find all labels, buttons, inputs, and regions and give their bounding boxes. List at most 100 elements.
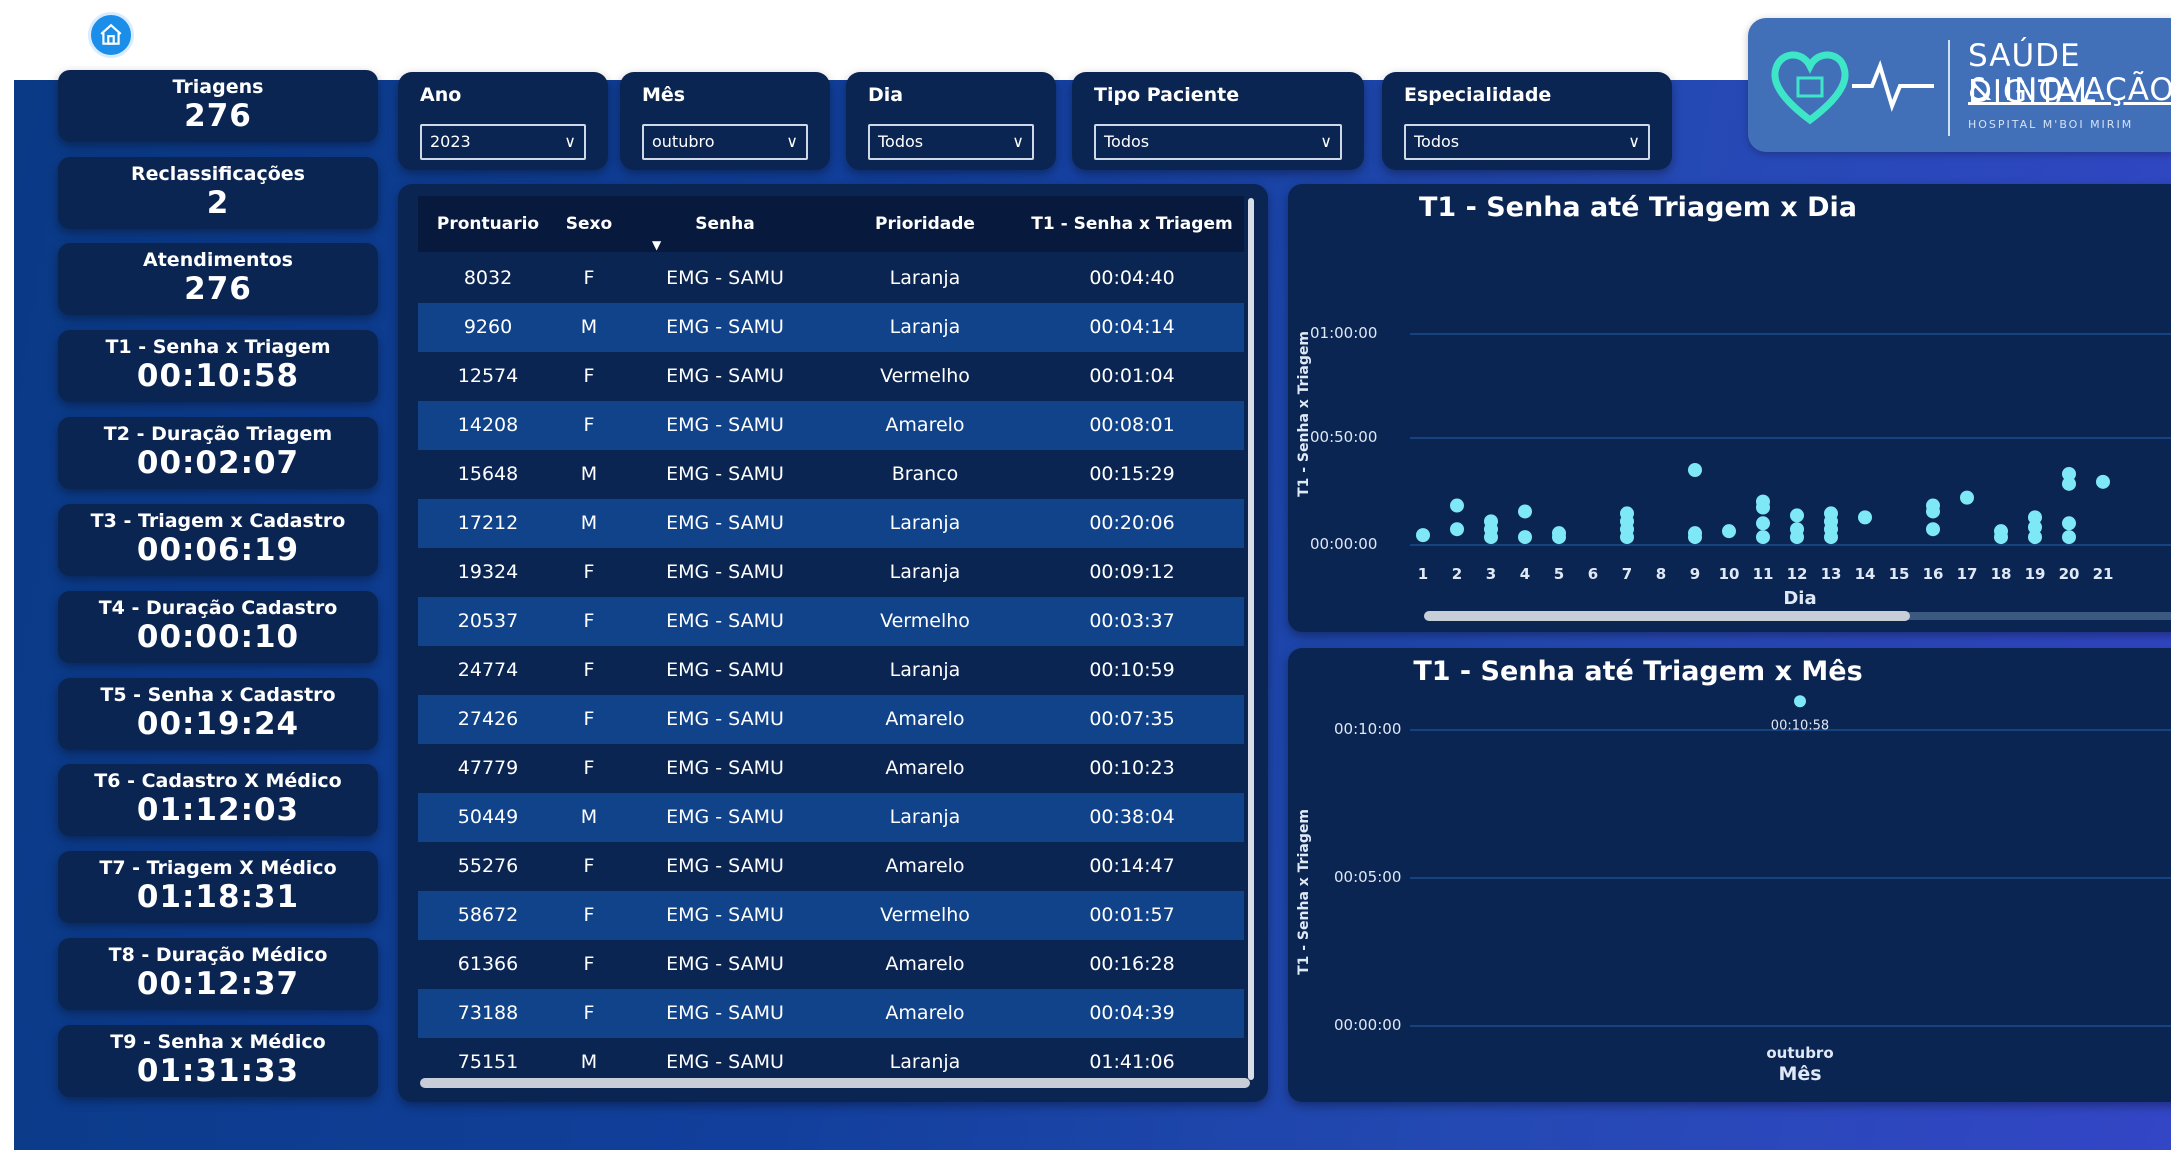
table-row[interactable]: 50449 M EMG - SAMU Laranja 00:38:04	[418, 793, 1244, 842]
cell-prioridade: Laranja	[889, 267, 961, 289]
filter-especialidade-label: Especialidade	[1404, 84, 1552, 106]
table-row[interactable]: 47779 F EMG - SAMU Amarelo 00:10:23	[418, 744, 1244, 793]
x-tick-label: 5	[1554, 565, 1564, 583]
cell-senha: EMG - SAMU	[666, 806, 784, 828]
cell-t1: 00:16:28	[1089, 953, 1175, 975]
cell-senha: EMG - SAMU	[666, 561, 784, 583]
cell-prioridade: Laranja	[889, 659, 961, 681]
table-row[interactable]: 61366 F EMG - SAMU Amarelo 00:16:28	[418, 940, 1244, 989]
column-header-prontuario[interactable]: Prontuario	[418, 196, 558, 252]
table-row[interactable]: 12574 F EMG - SAMU Vermelho 00:01:04	[418, 352, 1244, 401]
kpi-card: Atendimentos 276	[58, 243, 378, 315]
table-horizontal-scrollbar[interactable]	[420, 1078, 1250, 1088]
filter-dia-value: Todos	[878, 132, 924, 151]
y-axis-label: T1 - Senha x Triagem	[1296, 809, 1312, 975]
y-tick-label: 00:00:00	[1310, 535, 1377, 553]
kpi-title: T9 - Senha x Médico	[110, 1031, 326, 1053]
chevron-down-icon: ∨	[1628, 132, 1640, 151]
data-point	[1790, 508, 1804, 523]
cell-senha: EMG - SAMU	[666, 267, 784, 289]
filter-mes-dropdown[interactable]: outubro ∨	[642, 124, 808, 160]
filter-ano-dropdown[interactable]: 2023 ∨	[420, 124, 586, 160]
cell-t1: 00:03:37	[1089, 610, 1175, 632]
data-point	[1994, 524, 2008, 539]
filter-tipo-paciente-dropdown[interactable]: Todos ∨	[1094, 124, 1342, 160]
cell-prioridade: Laranja	[889, 561, 961, 583]
cell-t1: 00:04:14	[1089, 316, 1175, 338]
cell-prontuario: 27426	[457, 708, 519, 730]
cell-senha: EMG - SAMU	[666, 708, 784, 730]
y-tick-label: 00:00:00	[1334, 1016, 1401, 1034]
cell-t1: 00:01:04	[1089, 365, 1175, 387]
table-row[interactable]: 8032 F EMG - SAMU Laranja 00:04:40	[418, 254, 1244, 303]
table-row[interactable]: 24774 F EMG - SAMU Laranja 00:10:59	[418, 646, 1244, 695]
data-point	[1824, 506, 1838, 521]
column-header-prioridade[interactable]: Prioridade	[830, 196, 1020, 252]
kpi-card: Reclassificações 2	[58, 157, 378, 229]
x-tick-label: outubro	[1766, 1044, 1833, 1062]
data-point	[1794, 695, 1806, 708]
x-tick-label: 4	[1520, 565, 1530, 583]
kpi-card: T1 - Senha x Triagem 00:10:58	[58, 330, 378, 402]
column-header-sexo[interactable]: Sexo	[558, 196, 620, 252]
filter-especialidade-dropdown[interactable]: Todos ∨	[1404, 124, 1650, 160]
cell-senha: EMG - SAMU	[666, 365, 784, 387]
filter-dia-dropdown[interactable]: Todos ∨	[868, 124, 1034, 160]
table-row[interactable]: 20537 F EMG - SAMU Vermelho 00:03:37	[418, 597, 1244, 646]
cell-prontuario: 50449	[457, 806, 519, 828]
cell-prioridade: Amarelo	[885, 1002, 965, 1024]
data-point	[1552, 526, 1566, 541]
kpi-card: T5 - Senha x Cadastro 00:19:24	[58, 678, 378, 750]
cell-senha: EMG - SAMU	[666, 1002, 784, 1024]
table-row[interactable]: 73188 F EMG - SAMU Amarelo 00:04:39	[418, 989, 1244, 1038]
cell-prioridade: Vermelho	[880, 904, 970, 926]
x-tick-label: 19	[2025, 565, 2046, 583]
cell-senha: EMG - SAMU	[666, 904, 784, 926]
cell-prioridade: Laranja	[889, 806, 961, 828]
cell-t1: 00:10:59	[1089, 659, 1175, 681]
table-row[interactable]: 55276 F EMG - SAMU Amarelo 00:14:47	[418, 842, 1244, 891]
cell-prontuario: 20537	[457, 610, 519, 632]
logo-line3: HOSPITAL M'BOI MIRIM	[1968, 118, 2134, 131]
logo-line2: & INOVAÇÃO	[1968, 72, 2171, 108]
cell-prontuario: 61366	[457, 953, 519, 975]
cell-prioridade: Laranja	[889, 512, 961, 534]
cell-prioridade: Amarelo	[885, 855, 965, 877]
table-row[interactable]: 58672 F EMG - SAMU Vermelho 00:01:57	[418, 891, 1244, 940]
cell-senha: EMG - SAMU	[666, 463, 784, 485]
home-button[interactable]	[88, 12, 134, 58]
data-point	[1688, 526, 1702, 541]
filter-ano-label: Ano	[420, 84, 462, 106]
table-row[interactable]: 27426 F EMG - SAMU Amarelo 00:07:35	[418, 695, 1244, 744]
cell-sexo: F	[583, 267, 595, 289]
cell-prioridade: Branco	[891, 463, 959, 485]
table-row[interactable]: 19324 F EMG - SAMU Laranja 00:09:12	[418, 548, 1244, 597]
filter-tipo-paciente-label: Tipo Paciente	[1094, 84, 1240, 106]
kpi-title: Atendimentos	[143, 249, 293, 271]
cell-t1: 00:15:29	[1089, 463, 1175, 485]
table-row[interactable]: 14208 F EMG - SAMU Amarelo 00:08:01	[418, 401, 1244, 450]
cell-prontuario: 19324	[457, 561, 519, 583]
kpi-title: Triagens	[172, 76, 264, 98]
chevron-down-icon: ∨	[1012, 132, 1024, 151]
y-tick-label: 00:50:00	[1310, 428, 1377, 446]
table-vertical-scrollbar[interactable]	[1248, 198, 1254, 1080]
cell-t1: 00:01:57	[1089, 904, 1175, 926]
cell-sexo: F	[583, 659, 595, 681]
cell-sexo: F	[583, 855, 595, 877]
cell-sexo: M	[580, 806, 598, 828]
column-header-t1[interactable]: T1 - Senha x Triagem	[1020, 196, 1244, 252]
cell-prontuario: 47779	[457, 757, 519, 779]
kpi-value: 276	[184, 98, 252, 134]
table-row[interactable]: 9260 M EMG - SAMU Laranja 00:04:14	[418, 303, 1244, 352]
table-row[interactable]: 17212 M EMG - SAMU Laranja 00:20:06	[418, 499, 1244, 548]
cell-senha: EMG - SAMU	[666, 953, 784, 975]
cell-senha: EMG - SAMU	[666, 757, 784, 779]
kpi-value: 01:12:03	[136, 792, 300, 828]
cell-sexo: F	[583, 708, 595, 730]
table-row[interactable]: 15648 M EMG - SAMU Branco 00:15:29	[418, 450, 1244, 499]
kpi-value: 01:18:31	[136, 879, 300, 915]
kpi-value: 00:10:58	[136, 358, 300, 394]
filter-dia-label: Dia	[868, 84, 904, 106]
data-point	[1688, 463, 1702, 477]
